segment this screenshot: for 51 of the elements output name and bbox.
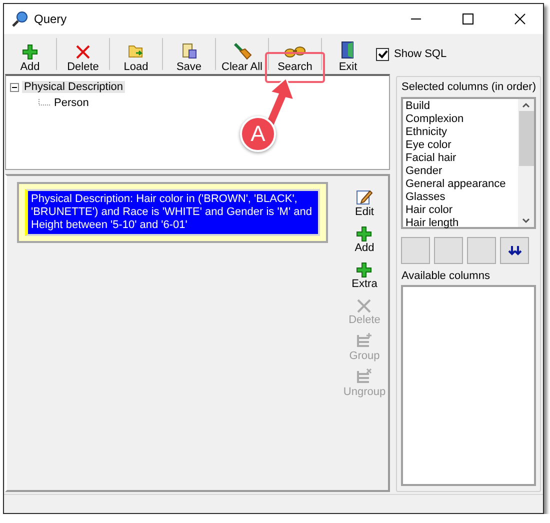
list-item[interactable]: Facial hair (405, 152, 516, 165)
list-item[interactable]: Gender (405, 165, 516, 178)
toolbar-button[interactable]: Clear All (218, 35, 266, 73)
pointer-arrow (265, 76, 296, 128)
toolbar-button[interactable]: Delete (59, 35, 107, 73)
plus-icon (356, 226, 372, 242)
plus-icon (22, 44, 38, 60)
pencil-icon (355, 188, 374, 206)
window-title: Query (34, 12, 68, 26)
ungroup-icon (355, 368, 374, 386)
toolbar-button[interactable]: Search (271, 35, 319, 73)
side-button[interactable]: Add (354, 218, 374, 254)
broom-icon (232, 42, 252, 60)
side-button[interactable]: Edit (355, 182, 374, 218)
list-item[interactable]: Hair length (405, 217, 516, 230)
maximize-icon (462, 13, 474, 25)
selected-columns-list[interactable]: Build Complexion Ethnicity Eye color Facial hair Gender General appearance Glasses Hair color Hair length (401, 97, 536, 229)
list-item[interactable]: Complexion (405, 113, 516, 126)
available-columns-label: Available columns (401, 270, 491, 282)
document-icon (180, 42, 198, 60)
close-icon (514, 13, 526, 25)
tree-item[interactable]: Person (52, 97, 91, 109)
close-icon (356, 298, 372, 314)
toolbar-button[interactable]: Load (112, 35, 160, 73)
list-item[interactable]: Hair color (405, 204, 516, 217)
checkmark-icon (378, 50, 388, 58)
plus-icon (356, 262, 372, 278)
highlight-frame (265, 52, 325, 83)
tree-item[interactable]: Physical Description (22, 81, 126, 93)
list-item[interactable]: Ethnicity (405, 126, 516, 139)
list-item[interactable]: General appearance (405, 178, 516, 191)
list-item[interactable]: Eye color (405, 139, 516, 152)
scrollbar[interactable] (518, 99, 534, 227)
list-item[interactable]: Glasses (405, 191, 516, 204)
show-sql-checkbox[interactable]: Show SQL (376, 48, 447, 60)
condition-text[interactable]: Physical Description: Hair color in ('BROWN', 'BLACK', 'BRUNETTE') and Race is 'WHITE' and Gender is 'M' and Height between '5-10' and '6-01' (25, 189, 320, 236)
magnifier-icon (12, 11, 28, 27)
move-down-button[interactable] (500, 237, 530, 264)
collapse-icon[interactable] (10, 82, 19, 92)
toolbar-button[interactable]: Add (6, 35, 54, 73)
double-down-arrow-icon (508, 246, 522, 256)
list-item[interactable]: Build (405, 100, 516, 113)
binoculars-icon (284, 44, 306, 60)
selected-columns-label: Selected columns (in order) (401, 81, 536, 93)
tree-connector (38, 99, 52, 107)
close-icon (75, 44, 91, 60)
toolbar-button[interactable]: Save (165, 35, 213, 73)
side-button[interactable]: Extra (352, 254, 378, 290)
toolbar-button[interactable]: Exit (324, 35, 372, 73)
group-icon (355, 332, 374, 350)
available-columns-list[interactable] (401, 285, 536, 486)
